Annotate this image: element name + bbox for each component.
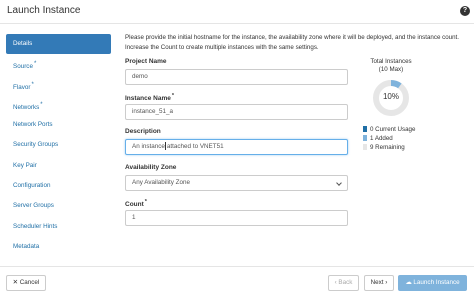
count-label: Count* bbox=[125, 199, 147, 208]
sidebar-item-details[interactable]: Details bbox=[6, 34, 111, 55]
dialog-footer: ✕ Cancel ‹ Back Next › ☁ Launch Instance bbox=[0, 266, 474, 297]
dialog-header: Launch Instance ? bbox=[0, 0, 474, 24]
sidebar-item-label: Key Pair bbox=[13, 161, 37, 169]
instance-name-label-text: Instance Name bbox=[125, 95, 171, 103]
legend-added: 1 Added bbox=[363, 134, 415, 143]
sidebar-item-label: Details bbox=[13, 40, 33, 47]
quota-donut: 10% bbox=[371, 78, 411, 118]
sidebar-item-scheduler-hints[interactable]: Scheduler Hints bbox=[6, 217, 111, 237]
description-label: Description bbox=[125, 128, 161, 135]
description-field[interactable]: An instance attached to VNET51 bbox=[125, 139, 348, 155]
cancel-button-label: Cancel bbox=[19, 279, 40, 286]
sidebar-item-network-ports[interactable]: Network Ports bbox=[6, 115, 111, 135]
sidebar-item-label: Network Ports bbox=[13, 121, 53, 129]
instance-name-label: Instance Name* bbox=[125, 93, 174, 102]
sidebar-item-networks[interactable]: Networks* bbox=[6, 95, 111, 115]
sidebar-item-key-pair[interactable]: Key Pair bbox=[6, 156, 111, 176]
sidebar-item-label: Flavor bbox=[13, 83, 31, 91]
legend-remaining: 9 Remaining bbox=[363, 143, 415, 152]
legend-swatch bbox=[363, 135, 367, 142]
quota-subtitle: (10 Max) bbox=[378, 66, 404, 73]
sidebar-item-server-groups[interactable]: Server Groups bbox=[6, 196, 111, 216]
count-field[interactable]: 1 bbox=[125, 210, 348, 226]
required-marker: * bbox=[144, 199, 147, 205]
availability-zone-label: Availability Zone bbox=[125, 164, 177, 171]
required-marker: * bbox=[171, 93, 175, 99]
legend-swatch bbox=[363, 126, 367, 133]
description-text-after-cursor: attached to VNET51 bbox=[166, 143, 224, 150]
legend-label: 9 Remaining bbox=[370, 144, 405, 151]
legend-label: 1 Added bbox=[370, 135, 393, 142]
launch-instance-button[interactable]: ☁ Launch Instance bbox=[398, 275, 467, 291]
legend-current-usage: 0 Current Usage bbox=[363, 125, 415, 134]
description-text-before-cursor: An instance bbox=[132, 143, 165, 150]
required-marker: * bbox=[40, 101, 43, 108]
quota-legend: 0 Current Usage 1 Added 9 Remaining bbox=[363, 125, 415, 152]
availability-zone-select[interactable]: Any Availability Zone bbox=[125, 175, 348, 191]
project-name-label: Project Name bbox=[125, 58, 167, 65]
close-icon: ✕ bbox=[12, 279, 20, 286]
sidebar-item-label: Source bbox=[13, 63, 33, 71]
dialog-title: Launch Instance bbox=[7, 5, 81, 16]
sidebar-item-label: Metadata bbox=[13, 242, 40, 250]
donut-added-arc bbox=[390, 80, 402, 89]
sidebar-item-label: Server Groups bbox=[13, 202, 54, 210]
count-label-text: Count bbox=[125, 201, 144, 209]
sidebar-item-security-groups[interactable]: Security Groups bbox=[6, 135, 111, 155]
back-button[interactable]: ‹ Back bbox=[328, 275, 359, 291]
next-button[interactable]: Next › bbox=[364, 275, 394, 291]
wizard-sidebar: Details Source* Flavor* Networks* Networ… bbox=[6, 34, 111, 257]
legend-label: 0 Current Usage bbox=[370, 126, 416, 133]
launch-button-label: Launch Instance bbox=[413, 279, 460, 286]
sidebar-item-label: Security Groups bbox=[13, 141, 59, 149]
required-marker: * bbox=[33, 61, 37, 68]
chevron-right-icon: › bbox=[383, 279, 388, 286]
sidebar-item-label: Configuration bbox=[13, 182, 51, 190]
instance-name-field[interactable]: instance_51_a bbox=[125, 104, 348, 120]
availability-zone-value: Any Availability Zone bbox=[132, 179, 190, 186]
sidebar-item-flavor[interactable]: Flavor* bbox=[6, 75, 111, 95]
sidebar-item-configuration[interactable]: Configuration bbox=[6, 176, 111, 196]
quota-title: Total Instances bbox=[370, 58, 412, 65]
legend-swatch bbox=[363, 144, 367, 151]
help-icon[interactable]: ? bbox=[460, 6, 470, 16]
sidebar-item-label: Networks bbox=[13, 103, 40, 111]
next-button-label: Next bbox=[370, 279, 384, 286]
step-description: Please provide the initial hostname for … bbox=[125, 34, 459, 51]
sidebar-item-source[interactable]: Source* bbox=[6, 54, 111, 74]
quota-percent: 10% bbox=[382, 92, 399, 101]
project-name-field[interactable]: demo bbox=[125, 69, 348, 85]
details-form: Please provide the initial hostname for … bbox=[125, 33, 459, 226]
required-marker: * bbox=[31, 81, 34, 88]
cancel-button[interactable]: ✕ Cancel bbox=[6, 275, 46, 291]
chevron-down-icon bbox=[336, 180, 342, 186]
back-button-label: Back bbox=[338, 279, 353, 286]
sidebar-item-metadata[interactable]: Metadata bbox=[6, 237, 111, 257]
instance-quota-chart: Total Instances (10 Max) 10% bbox=[358, 58, 424, 118]
sidebar-item-label: Scheduler Hints bbox=[13, 222, 58, 230]
